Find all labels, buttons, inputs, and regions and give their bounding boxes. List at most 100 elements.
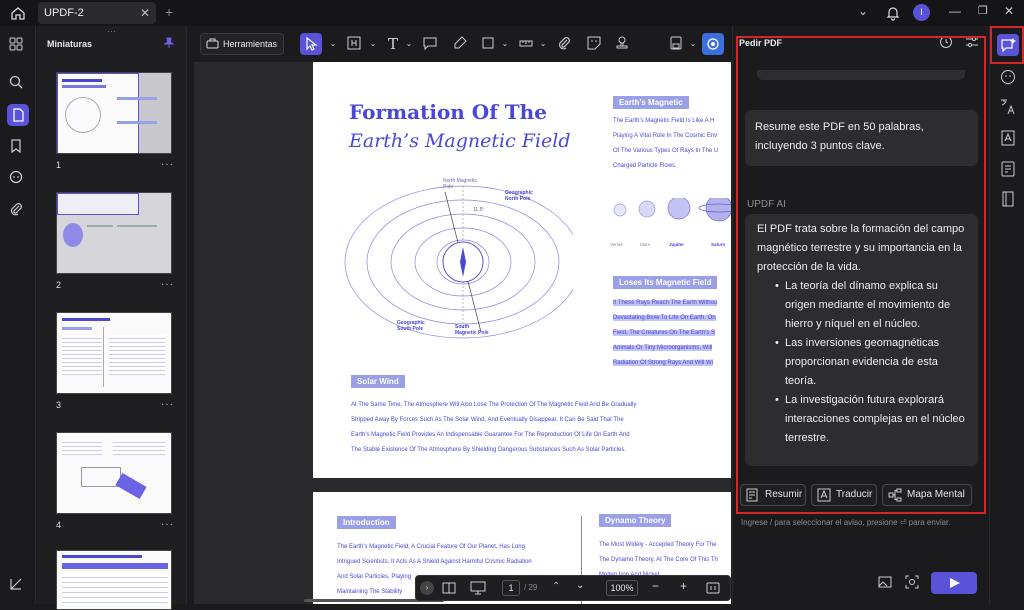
select-tool-icon[interactable]: [300, 33, 322, 55]
layers-icon[interactable]: [8, 576, 28, 596]
ai-response-point: Las inversiones geomagnéticas proporcion…: [757, 334, 966, 391]
highlighter-icon[interactable]: [452, 35, 470, 53]
previous-message: [757, 70, 965, 80]
planets-illustration: [613, 198, 731, 238]
ai-assistant-icon[interactable]: [702, 33, 724, 55]
edit-text-box-icon[interactable]: [346, 35, 364, 53]
left-rail: [0, 26, 36, 604]
chevron-down-icon[interactable]: ⌄: [496, 35, 514, 53]
section-heading: Dynamo Theory: [599, 514, 672, 527]
attachment-tool-icon[interactable]: [556, 35, 574, 53]
book-icon[interactable]: [999, 190, 1017, 208]
close-window-icon[interactable]: ✕: [1004, 4, 1014, 18]
south-magnetic-label: South Magnetic Pole: [455, 324, 489, 336]
pin-icon[interactable]: [163, 37, 175, 49]
ocr-icon[interactable]: [999, 129, 1017, 147]
page-thumbnail-5[interactable]: [56, 550, 172, 610]
attachment-icon[interactable]: [8, 201, 28, 221]
section-heading: Earth’s Magnetic: [613, 96, 689, 109]
page-number-input[interactable]: 1: [502, 580, 520, 596]
previous-page-icon[interactable]: ⌃: [552, 581, 560, 592]
title-bar: UPDF-2 ✕ + ⌄ I — ❐ ✕: [0, 0, 1024, 26]
mind-map-icon: [888, 488, 902, 502]
chevron-down-icon[interactable]: ⌄: [684, 35, 702, 53]
page-thumbnail-3[interactable]: [56, 312, 172, 394]
ai-face-icon[interactable]: [999, 68, 1017, 86]
search-icon[interactable]: [8, 74, 28, 94]
thumbnails-panel: ··· Miniaturas 1 ··· 2 ··· 3 ··· 4 ···: [37, 26, 187, 610]
document-viewer[interactable]: Formation Of The Earth’s Magnetic Field …: [194, 62, 731, 604]
planet-label-venus: Venus: [610, 242, 623, 247]
ai-chat-icon[interactable]: [997, 34, 1019, 56]
send-button[interactable]: [931, 572, 977, 594]
page-thumbnail-4[interactable]: [56, 432, 172, 514]
summarize-icon: [746, 488, 760, 502]
chevron-down-icon[interactable]: ⌄: [324, 35, 342, 53]
ai-response: El PDF trata sobre la formación del camp…: [745, 214, 978, 466]
page-thumbnail-1[interactable]: [56, 72, 172, 154]
page-subtitle: Earth’s Magnetic Field: [349, 130, 571, 152]
user-message: Resume este PDF en 50 palabras, incluyen…: [745, 110, 978, 166]
page-thumbnail-2[interactable]: [56, 192, 172, 274]
zoom-out-icon[interactable]: −: [652, 579, 659, 593]
drag-handle-icon[interactable]: ···: [107, 26, 116, 36]
summarize-button[interactable]: Resumir: [740, 484, 806, 506]
total-pages: / 29: [524, 583, 538, 592]
thumbnail-number: 4: [56, 520, 62, 530]
page-view-icon[interactable]: [442, 581, 456, 595]
next-page-icon[interactable]: ⌄: [576, 580, 584, 591]
thumbnail-number: 1: [56, 160, 62, 170]
new-tab-icon[interactable]: +: [165, 4, 173, 20]
planet-label-mars: Mars: [640, 242, 650, 247]
comment-icon[interactable]: [8, 169, 28, 189]
prompt-input[interactable]: Ingrese / para seleccionar el aviso, pre…: [741, 518, 981, 527]
screenshot-icon[interactable]: [904, 574, 920, 590]
avatar[interactable]: I: [913, 4, 930, 21]
mind-map-button[interactable]: Mapa Mental: [882, 484, 972, 506]
thumbnails-title: Miniaturas: [47, 39, 93, 49]
more-options-icon[interactable]: ···: [161, 279, 174, 290]
pdf-page-1: Formation Of The Earth’s Magnetic Field …: [313, 62, 731, 478]
translate-icon[interactable]: [999, 98, 1017, 116]
section-heading: Loses Its Magnetic Field: [613, 276, 718, 289]
stamp-icon[interactable]: [614, 35, 632, 53]
presentation-icon[interactable]: [470, 581, 486, 595]
solar-paragraph: At The Same Time, The Atmosphere Will Al…: [351, 402, 637, 453]
more-options-icon[interactable]: ···: [161, 399, 174, 410]
document-tab[interactable]: UPDF-2 ✕: [38, 2, 156, 24]
ai-response-point: La teoría del dínamo explica su origen m…: [757, 277, 966, 334]
page-title: Formation Of The: [349, 100, 547, 124]
tools-button[interactable]: Herramientas: [200, 33, 284, 55]
summary-icon[interactable]: [999, 160, 1017, 178]
home-icon[interactable]: [10, 5, 26, 21]
thumbnail-number: 2: [56, 280, 62, 290]
sticker-icon[interactable]: [586, 35, 604, 53]
more-options-icon[interactable]: ···: [161, 159, 174, 170]
ai-chat-panel: Pedir PDF Resume este PDF en 50 palabras…: [732, 26, 988, 604]
grid-icon[interactable]: [8, 36, 28, 56]
close-tab-icon[interactable]: ✕: [140, 2, 150, 24]
comment-tool-icon[interactable]: [422, 35, 440, 53]
thumbnails-icon[interactable]: [7, 104, 29, 126]
collapse-icon[interactable]: ›: [420, 581, 434, 595]
chevron-down-icon[interactable]: ⌄: [400, 35, 418, 53]
right-rail: [989, 26, 1024, 604]
fit-page-icon[interactable]: [706, 581, 720, 595]
more-options-icon[interactable]: ···: [161, 519, 174, 530]
bookmark-icon[interactable]: [8, 138, 28, 158]
translate-button[interactable]: Traducir: [811, 484, 877, 506]
zoom-level-input[interactable]: 100%: [606, 580, 638, 596]
toolbox-icon: [206, 37, 219, 50]
section-heading: Introduction: [337, 516, 396, 529]
image-upload-icon[interactable]: [877, 574, 893, 590]
zoom-in-icon[interactable]: +: [680, 579, 687, 593]
chevron-down-icon[interactable]: ⌄: [364, 35, 382, 53]
magnetic-paragraph: The Earth’s Magnetic Field Is Like A H P…: [613, 118, 719, 169]
chevron-down-icon[interactable]: ⌄: [858, 4, 868, 18]
page-navigation-bar: › 1 / 29 ⌃ ⌄ 100% − +: [415, 575, 731, 601]
minimize-icon[interactable]: —: [949, 4, 961, 18]
tab-title: UPDF-2: [44, 7, 84, 19]
restore-icon[interactable]: ❐: [978, 4, 988, 17]
chevron-down-icon[interactable]: ⌄: [534, 35, 552, 53]
bell-icon[interactable]: [886, 5, 900, 21]
